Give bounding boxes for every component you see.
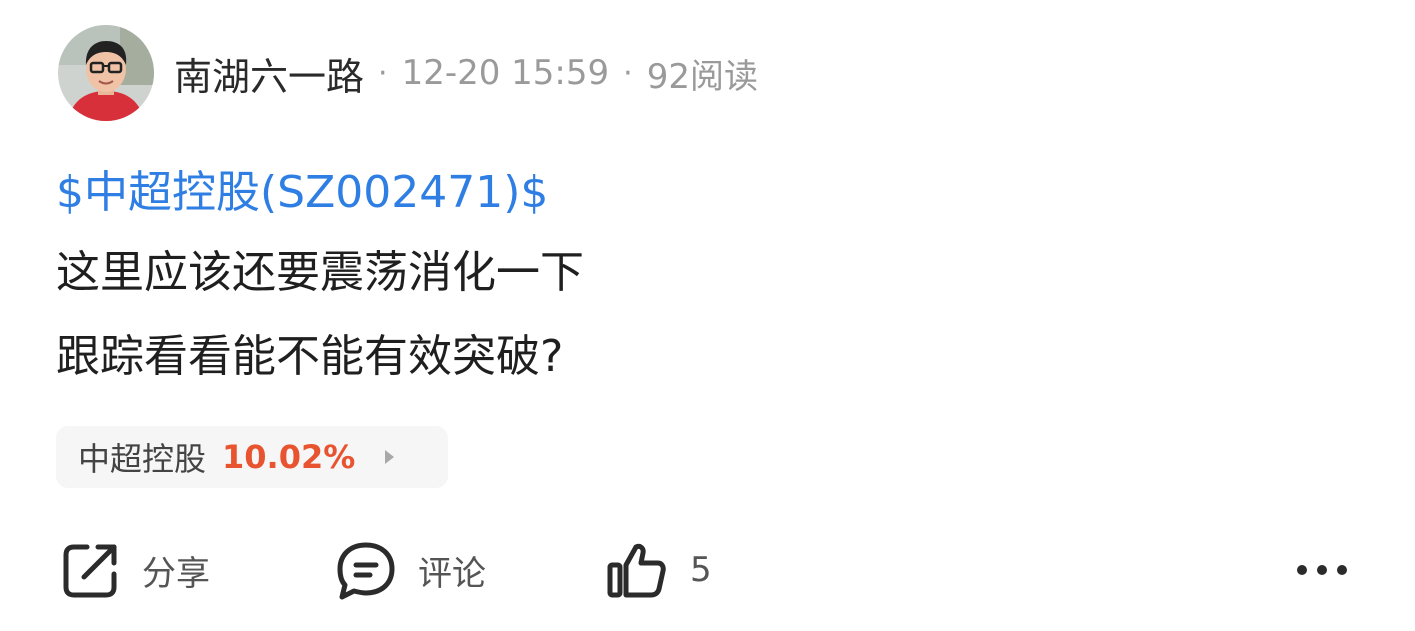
stock-chip[interactable]: 中超控股 10.02%	[56, 426, 448, 488]
post-time: 12-20 15:59	[401, 53, 610, 93]
post-meta: 南湖六一路 · 12-20 15:59 · 92阅读	[174, 46, 758, 101]
more-button[interactable]	[1290, 530, 1354, 610]
share-label: 分享	[142, 553, 210, 594]
stock-chip-name: 中超控股	[78, 440, 207, 478]
chevron-right-icon	[385, 450, 395, 464]
post-content: $中超控股(SZ002471)$ 这里应该还要震荡消化一下 跟踪看看能不能有效突…	[56, 163, 1356, 387]
comment-icon	[334, 539, 398, 601]
share-button[interactable]: 分享	[60, 530, 210, 610]
action-bar: 分享 评论 5	[0, 530, 1415, 610]
author-name[interactable]: 南湖六一路	[174, 46, 364, 101]
separator-dot: ·	[623, 55, 633, 91]
comment-label: 评论	[418, 553, 486, 594]
share-icon	[60, 539, 122, 601]
more-icon	[1290, 560, 1354, 580]
separator-dot: ·	[378, 55, 388, 91]
like-count: 5	[690, 550, 712, 590]
read-count: 92阅读	[646, 56, 758, 97]
comment-button[interactable]: 评论	[334, 530, 486, 610]
like-button[interactable]: 5	[604, 530, 712, 610]
stock-chip-change: 10.02%	[222, 438, 356, 476]
post-header: 南湖六一路 · 12-20 15:59 · 92阅读	[58, 25, 758, 121]
post-text-line: 这里应该还要震荡消化一下	[56, 247, 584, 298]
avatar[interactable]	[58, 25, 154, 121]
post-card: 南湖六一路 · 12-20 15:59 · 92阅读 $中超控股(SZ00247…	[0, 0, 1415, 631]
stock-link[interactable]: $中超控股(SZ002471)$	[56, 163, 1356, 223]
thumbs-up-icon	[604, 539, 668, 601]
post-text-line: 跟踪看看能不能有效突破?	[56, 331, 564, 382]
